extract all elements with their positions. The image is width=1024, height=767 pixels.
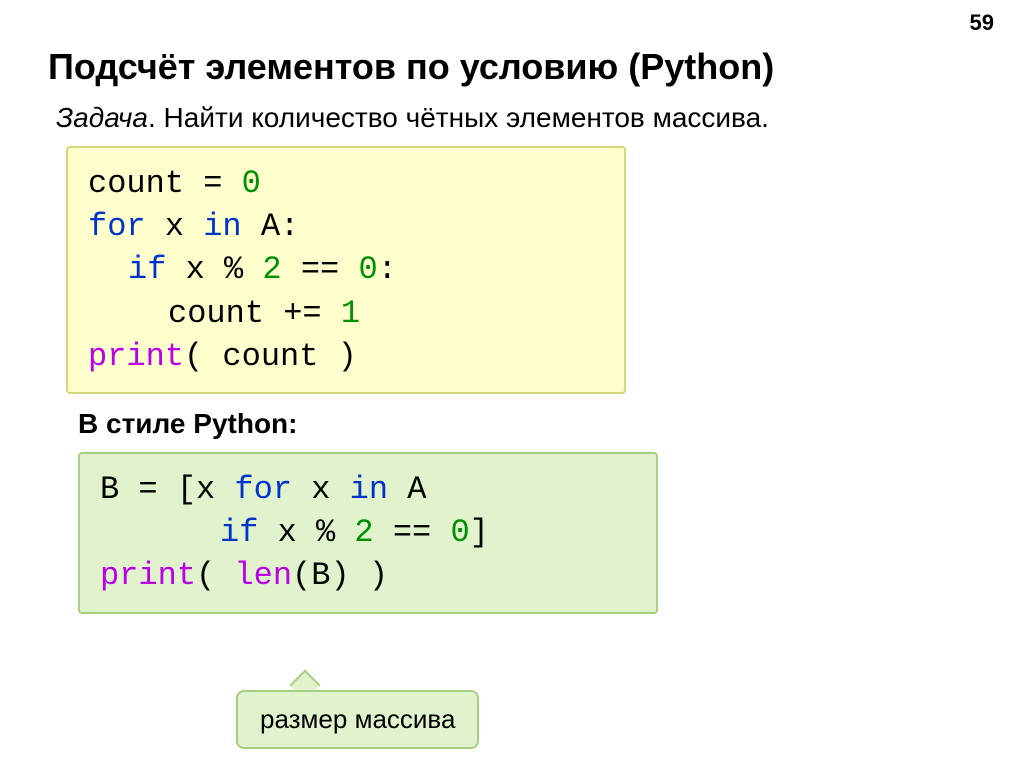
callout-box: размер массива [236,690,479,749]
code-line: print( count ) [88,335,604,378]
code-line: if x % 2 == 0] [220,511,636,554]
page-title: Подсчёт элементов по условию (Python) [48,46,994,88]
code-line: if x % 2 == 0: [128,248,604,291]
code-example-imperative: count = 0 for x in A: if x % 2 == 0: cou… [66,146,626,394]
code-example-pythonic: B = [x for x in A if x % 2 == 0] print( … [78,452,658,614]
code-line: count = 0 [88,162,604,205]
task-text: . Найти количество чётных элементов масс… [148,102,769,133]
page-number: 59 [970,10,994,36]
code-line: B = [x for x in A [100,468,636,511]
task-label: Задача [56,102,148,133]
subheading: В стиле Python: [78,408,994,440]
code-line: print( len(B) ) [100,554,636,597]
code-line: for x in A: [88,205,604,248]
code-line: count += 1 [168,292,604,335]
task-description: Задача. Найти количество чётных элементо… [56,102,994,134]
